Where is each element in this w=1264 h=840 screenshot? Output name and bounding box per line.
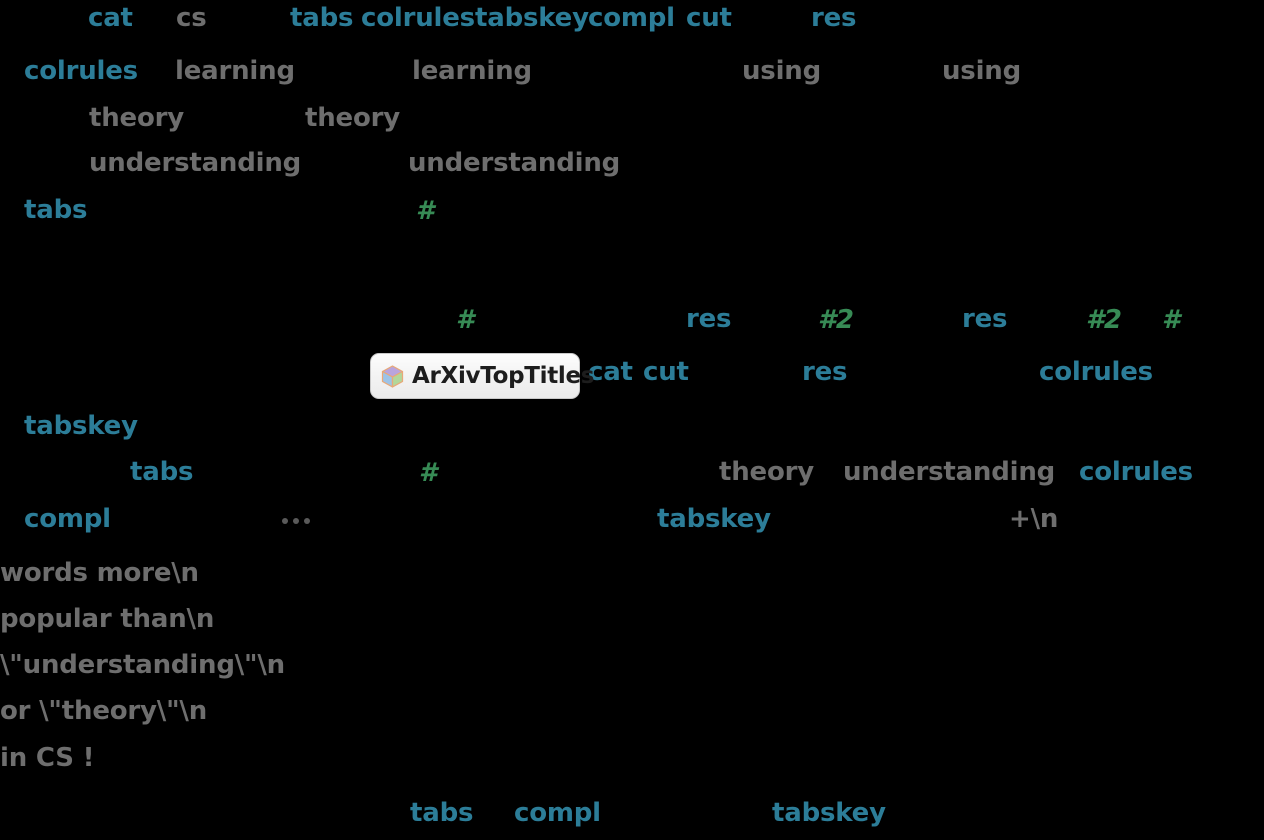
ellipsis-dot	[282, 518, 288, 524]
code-string-token[interactable]: cs	[176, 5, 207, 31]
code-symbol-token[interactable]: tabs	[290, 5, 353, 31]
code-symbol-token[interactable]: tabs	[130, 459, 193, 485]
code-string-token[interactable]: theory	[305, 105, 400, 131]
code-symbol-token[interactable]: tabskey	[772, 800, 886, 826]
code-slot-token[interactable]: #	[456, 307, 474, 333]
code-string-token[interactable]: +\n	[1009, 506, 1058, 532]
code-symbol-token[interactable]: colrules	[361, 5, 475, 31]
code-slot-token[interactable]: #2	[818, 307, 854, 333]
resource-function-cube-icon	[381, 364, 404, 388]
code-string-token[interactable]: or \"theory\"\n	[0, 698, 207, 724]
code-symbol-token[interactable]: res	[811, 5, 857, 31]
code-string-token[interactable]: learning	[412, 58, 532, 84]
resource-function-badge[interactable]: ArXivTopTitles	[370, 353, 595, 399]
code-slot-token[interactable]: #2	[1086, 307, 1122, 333]
code-symbol-token[interactable]: tabskey	[475, 5, 589, 31]
code-symbol-token[interactable]: colrules	[1039, 359, 1153, 385]
code-slot-token[interactable]: #	[416, 198, 434, 224]
code-string-token[interactable]: understanding	[843, 459, 1055, 485]
code-symbol-token[interactable]: colrules	[1079, 459, 1193, 485]
ellipsis-icon	[282, 518, 310, 524]
code-symbol-token[interactable]: res	[802, 359, 848, 385]
code-string-token[interactable]: popular than\n	[0, 606, 214, 632]
code-string-token[interactable]: using	[742, 58, 821, 84]
code-symbol-token[interactable]: colrules	[24, 58, 138, 84]
code-symbol-token[interactable]: tabskey	[24, 413, 138, 439]
code-symbol-token[interactable]: cut	[686, 5, 732, 31]
code-symbol-token[interactable]: compl	[514, 800, 601, 826]
code-string-token[interactable]: \"understanding\"\n	[0, 652, 285, 678]
ellipsis-dot	[304, 518, 310, 524]
code-symbol-token[interactable]: compl	[24, 506, 111, 532]
code-string-token[interactable]: in CS !	[0, 745, 94, 771]
code-symbol-token[interactable]: res	[686, 306, 732, 332]
ellipsis-dot	[293, 518, 299, 524]
code-slot-token[interactable]: #	[419, 460, 437, 486]
code-symbol-token[interactable]: res	[962, 306, 1008, 332]
code-symbol-token[interactable]: compl	[588, 5, 675, 31]
code-string-token[interactable]: theory	[719, 459, 814, 485]
code-string-token[interactable]: theory	[89, 105, 184, 131]
code-symbol-token[interactable]: tabs	[24, 197, 87, 223]
code-string-token[interactable]: words more\n	[0, 560, 199, 586]
code-string-token[interactable]: using	[942, 58, 1021, 84]
code-symbol-token[interactable]: tabs	[410, 800, 473, 826]
code-symbol-token[interactable]: cat	[88, 5, 133, 31]
code-symbol-token[interactable]: tabskey	[657, 506, 771, 532]
code-symbol-token[interactable]: cat	[588, 359, 633, 385]
code-string-token[interactable]: learning	[175, 58, 295, 84]
code-string-token[interactable]: understanding	[89, 150, 301, 176]
code-string-token[interactable]: understanding	[408, 150, 620, 176]
code-symbol-token[interactable]: cut	[643, 359, 689, 385]
resource-function-name: ArXivTopTitles	[412, 362, 595, 389]
notebook-code-cell[interactable]: cat cs tabs colrules tabskey compl cut res colru…	[0, 0, 1264, 840]
code-slot-token[interactable]: #	[1162, 307, 1180, 333]
